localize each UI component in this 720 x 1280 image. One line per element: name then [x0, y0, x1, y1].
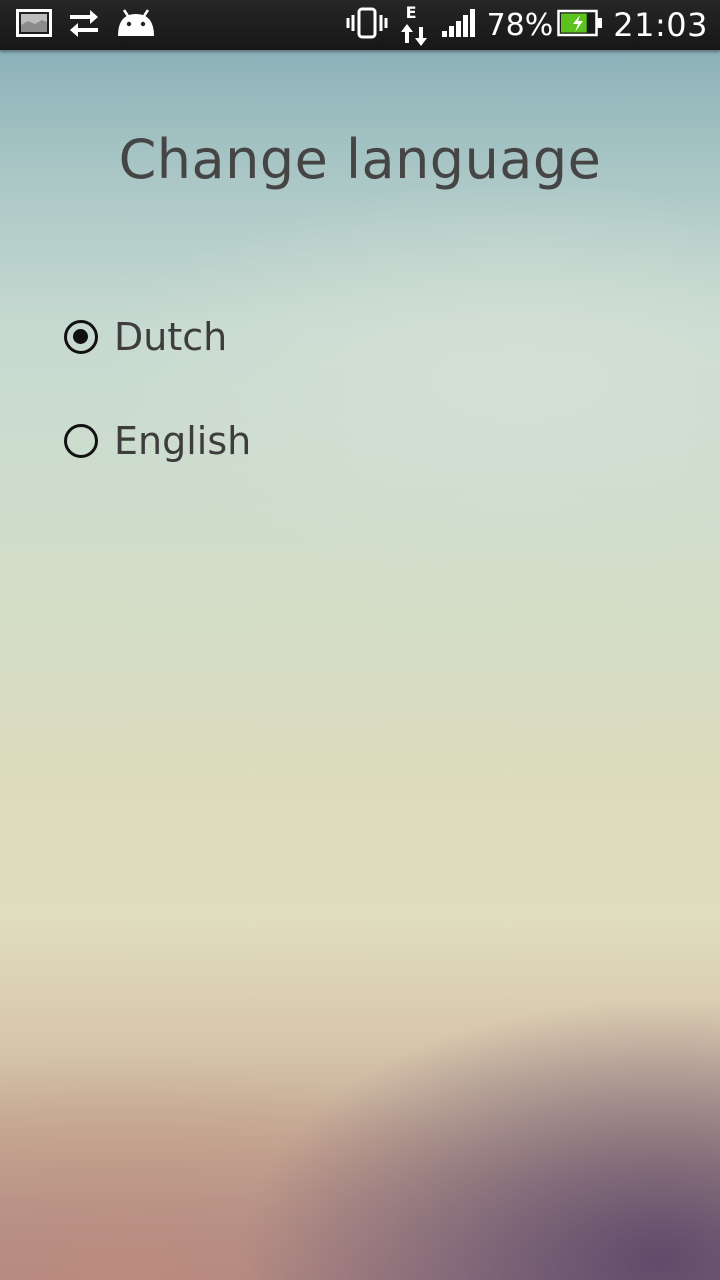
language-option-english[interactable]: English: [62, 414, 251, 468]
status-bar: E 78% 21:03: [0, 0, 720, 50]
radio-button-english[interactable]: [64, 424, 98, 458]
gallery-notification-icon: [16, 9, 52, 41]
status-bar-system: E 78% 21:03: [345, 0, 708, 50]
status-bar-notifications: [16, 8, 156, 42]
data-e-icon: E: [399, 3, 431, 47]
network-type-label: E: [405, 3, 417, 22]
language-option-dutch[interactable]: Dutch: [62, 310, 251, 364]
battery-charging-icon: [557, 9, 603, 41]
android-icon: [116, 8, 156, 42]
language-radio-group: Dutch English: [62, 310, 251, 518]
language-label-english: English: [114, 419, 252, 463]
sync-arrows-icon: [66, 8, 102, 42]
clock: 21:03: [613, 6, 708, 44]
language-label-dutch: Dutch: [114, 315, 228, 359]
page-title: Change language: [118, 128, 602, 191]
vibrate-icon: [345, 7, 389, 43]
battery-percentage: 78%: [486, 7, 554, 43]
radio-button-dutch[interactable]: [64, 320, 98, 354]
signal-icon: [441, 8, 477, 42]
